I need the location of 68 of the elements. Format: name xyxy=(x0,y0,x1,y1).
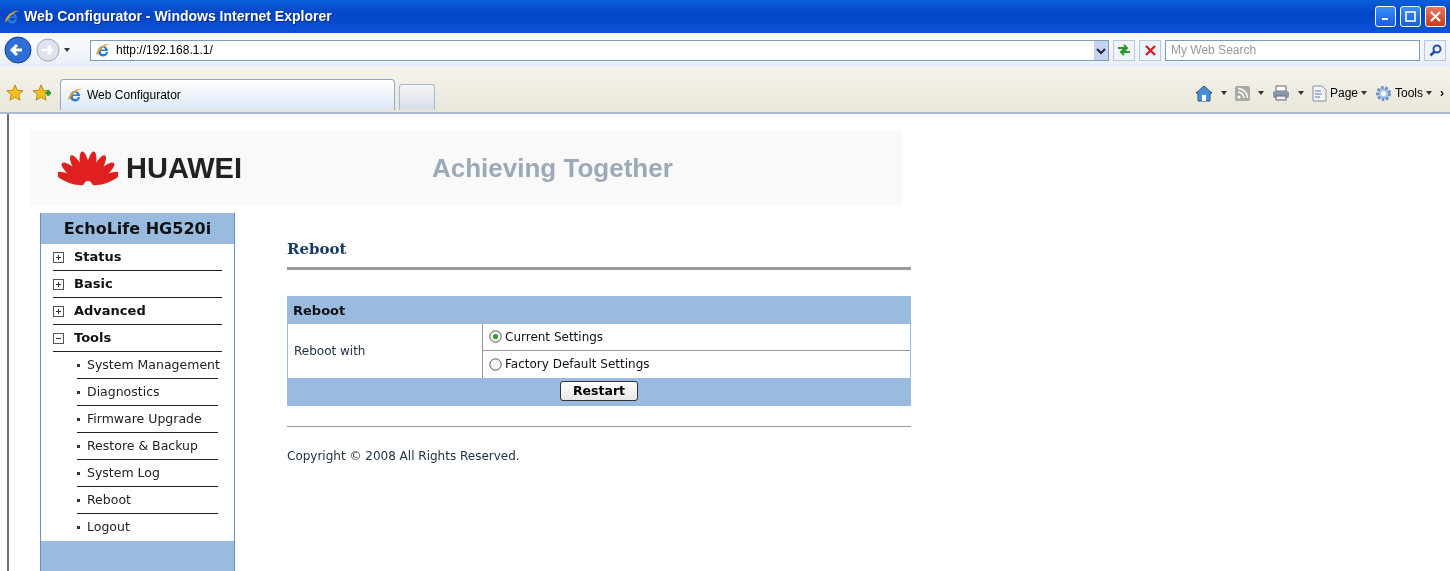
menu-item[interactable]: Status xyxy=(53,244,222,271)
bullet-icon xyxy=(77,471,80,475)
gear-icon xyxy=(1375,84,1392,102)
field-label: Reboot with xyxy=(288,323,483,378)
search-button[interactable] xyxy=(1424,39,1446,61)
bullet-icon xyxy=(77,444,80,448)
submenu-item[interactable]: Restore & Backup xyxy=(77,433,218,460)
refresh-button[interactable] xyxy=(1113,39,1135,61)
search-icon xyxy=(1428,43,1442,57)
page-heading: Reboot xyxy=(287,238,911,270)
menu-item[interactable]: Tools xyxy=(53,325,222,352)
dropdown-icon[interactable] xyxy=(1257,91,1264,95)
logo-text: HUAWEI xyxy=(126,150,242,186)
window-title: Web Configurator - Windows Internet Explorer xyxy=(24,7,332,26)
expand-icon[interactable] xyxy=(53,278,64,290)
sidebar-title: EchoLife HG520i xyxy=(41,213,234,244)
bullet-icon xyxy=(77,498,80,502)
dropdown-icon[interactable] xyxy=(64,48,70,52)
bullet-icon xyxy=(77,417,80,421)
browser-e-icon xyxy=(67,87,83,103)
back-icon[interactable] xyxy=(4,36,32,64)
menu-item[interactable]: Advanced xyxy=(53,298,222,325)
restart-button[interactable]: Restart xyxy=(559,381,639,401)
bullet-icon xyxy=(77,390,80,394)
minimize-button[interactable] xyxy=(1375,6,1396,27)
bullet-icon xyxy=(77,363,80,367)
browser-e-icon xyxy=(95,42,111,58)
star-icon[interactable] xyxy=(6,84,24,102)
maximize-icon xyxy=(1405,11,1416,22)
copyright-text: Copyright © 2008 All Rights Reserved. xyxy=(287,447,521,465)
browser-tab[interactable]: Web Configurator xyxy=(60,79,395,110)
tools-menu[interactable]: Tools xyxy=(1375,84,1432,102)
home-icon[interactable] xyxy=(1194,84,1213,102)
menu-item[interactable]: Basic xyxy=(53,271,222,298)
more-chevron[interactable]: › xyxy=(1440,84,1444,102)
bullet-icon xyxy=(77,526,80,529)
dropdown-icon[interactable] xyxy=(1297,91,1304,95)
submenu-item[interactable]: Firmware Upgrade xyxy=(77,406,218,433)
logo-icon xyxy=(58,150,118,187)
close-icon xyxy=(1430,11,1441,22)
slogan: Achieving Together xyxy=(432,152,673,185)
close-button[interactable] xyxy=(1425,6,1446,27)
maximize-button[interactable] xyxy=(1400,6,1421,27)
submenu-item[interactable]: System Management xyxy=(77,352,218,379)
submenu-item[interactable]: Diagnostics xyxy=(77,379,218,406)
panel-title: Reboot xyxy=(288,296,910,324)
radio-button[interactable] xyxy=(489,357,502,371)
page-icon xyxy=(1311,84,1327,102)
radio-button[interactable] xyxy=(489,330,502,343)
page-menu[interactable]: Page xyxy=(1311,84,1367,102)
submenu-item[interactable]: System Log xyxy=(77,460,218,487)
expand-icon[interactable] xyxy=(53,251,64,263)
expand-icon[interactable] xyxy=(53,305,64,317)
collapse-icon[interactable] xyxy=(53,332,64,344)
refresh-icon xyxy=(1117,44,1131,56)
dropdown-icon[interactable] xyxy=(1094,40,1108,60)
search-field[interactable]: My Web Search xyxy=(1165,39,1420,61)
address-field[interactable]: http://192.168.1.1/ xyxy=(90,39,1109,61)
submenu-item[interactable]: Logout xyxy=(77,514,218,541)
dropdown-icon[interactable] xyxy=(1220,91,1227,95)
printer-icon[interactable] xyxy=(1271,85,1290,101)
submenu-item[interactable]: Reboot xyxy=(77,487,218,514)
browser-e-icon xyxy=(4,8,20,25)
radio-option[interactable]: Factory Default Settings xyxy=(483,350,910,378)
add-favorite-icon[interactable] xyxy=(32,84,52,102)
close-icon xyxy=(1144,44,1156,56)
radio-option[interactable]: Current Settings xyxy=(483,323,910,351)
stop-button[interactable] xyxy=(1139,39,1161,61)
